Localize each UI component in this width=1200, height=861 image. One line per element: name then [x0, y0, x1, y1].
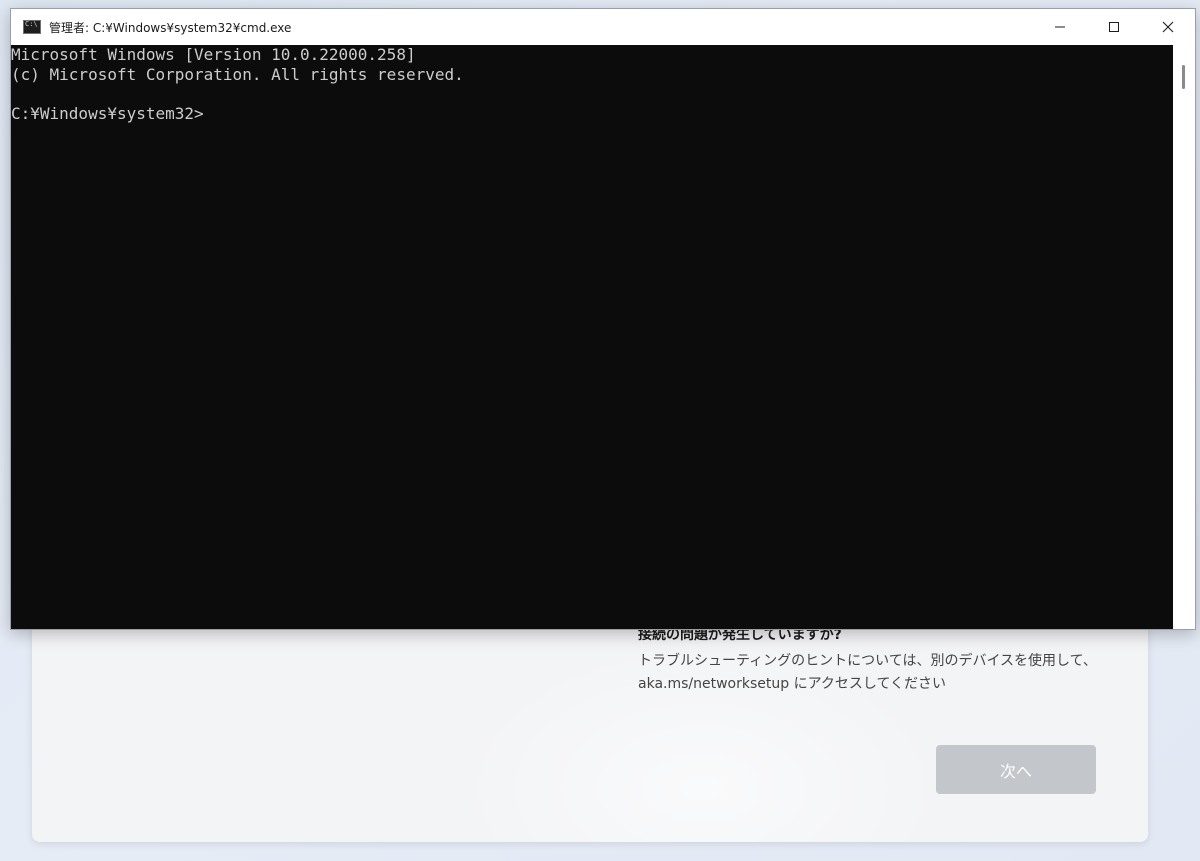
maximize-icon: [1109, 22, 1119, 32]
terminal-output[interactable]: Microsoft Windows [Version 10.0.22000.25…: [11, 45, 1173, 629]
next-button[interactable]: 次へ: [936, 745, 1096, 794]
oobe-card: 接続の問題が発生していますか? トラブルシューティングのヒントについては、別のデ…: [32, 598, 1148, 842]
help-text: トラブルシューティングのヒントについては、別のデバイスを使用して、 aka.ms…: [638, 650, 1108, 696]
scroll-thumb[interactable]: [1182, 65, 1185, 89]
terminal-line: (c) Microsoft Corporation. All rights re…: [11, 64, 464, 84]
help-text-line-1: トラブルシューティングのヒントについては、別のデバイスを使用して、: [638, 653, 1097, 669]
window-title: 管理者: C:¥Windows¥system32¥cmd.exe: [49, 20, 292, 35]
maximize-button[interactable]: [1087, 9, 1141, 45]
close-button[interactable]: [1141, 9, 1195, 45]
title-bar[interactable]: 管理者: C:¥Windows¥system32¥cmd.exe: [11, 9, 1195, 45]
cmd-app-icon[interactable]: [23, 20, 41, 34]
terminal-line: Microsoft Windows [Version 10.0.22000.25…: [11, 45, 416, 64]
terminal-prompt: C:¥Windows¥system32>: [11, 103, 204, 123]
minimize-icon: [1055, 26, 1065, 28]
close-icon: [1162, 21, 1174, 33]
help-text-line-2: aka.ms/networksetup にアクセスしてください: [638, 676, 947, 692]
vertical-scrollbar[interactable]: [1173, 45, 1195, 629]
cmd-window: 管理者: C:¥Windows¥system32¥cmd.exe Micros: [10, 8, 1196, 630]
minimize-button[interactable]: [1033, 9, 1087, 45]
window-controls: [1033, 9, 1195, 45]
